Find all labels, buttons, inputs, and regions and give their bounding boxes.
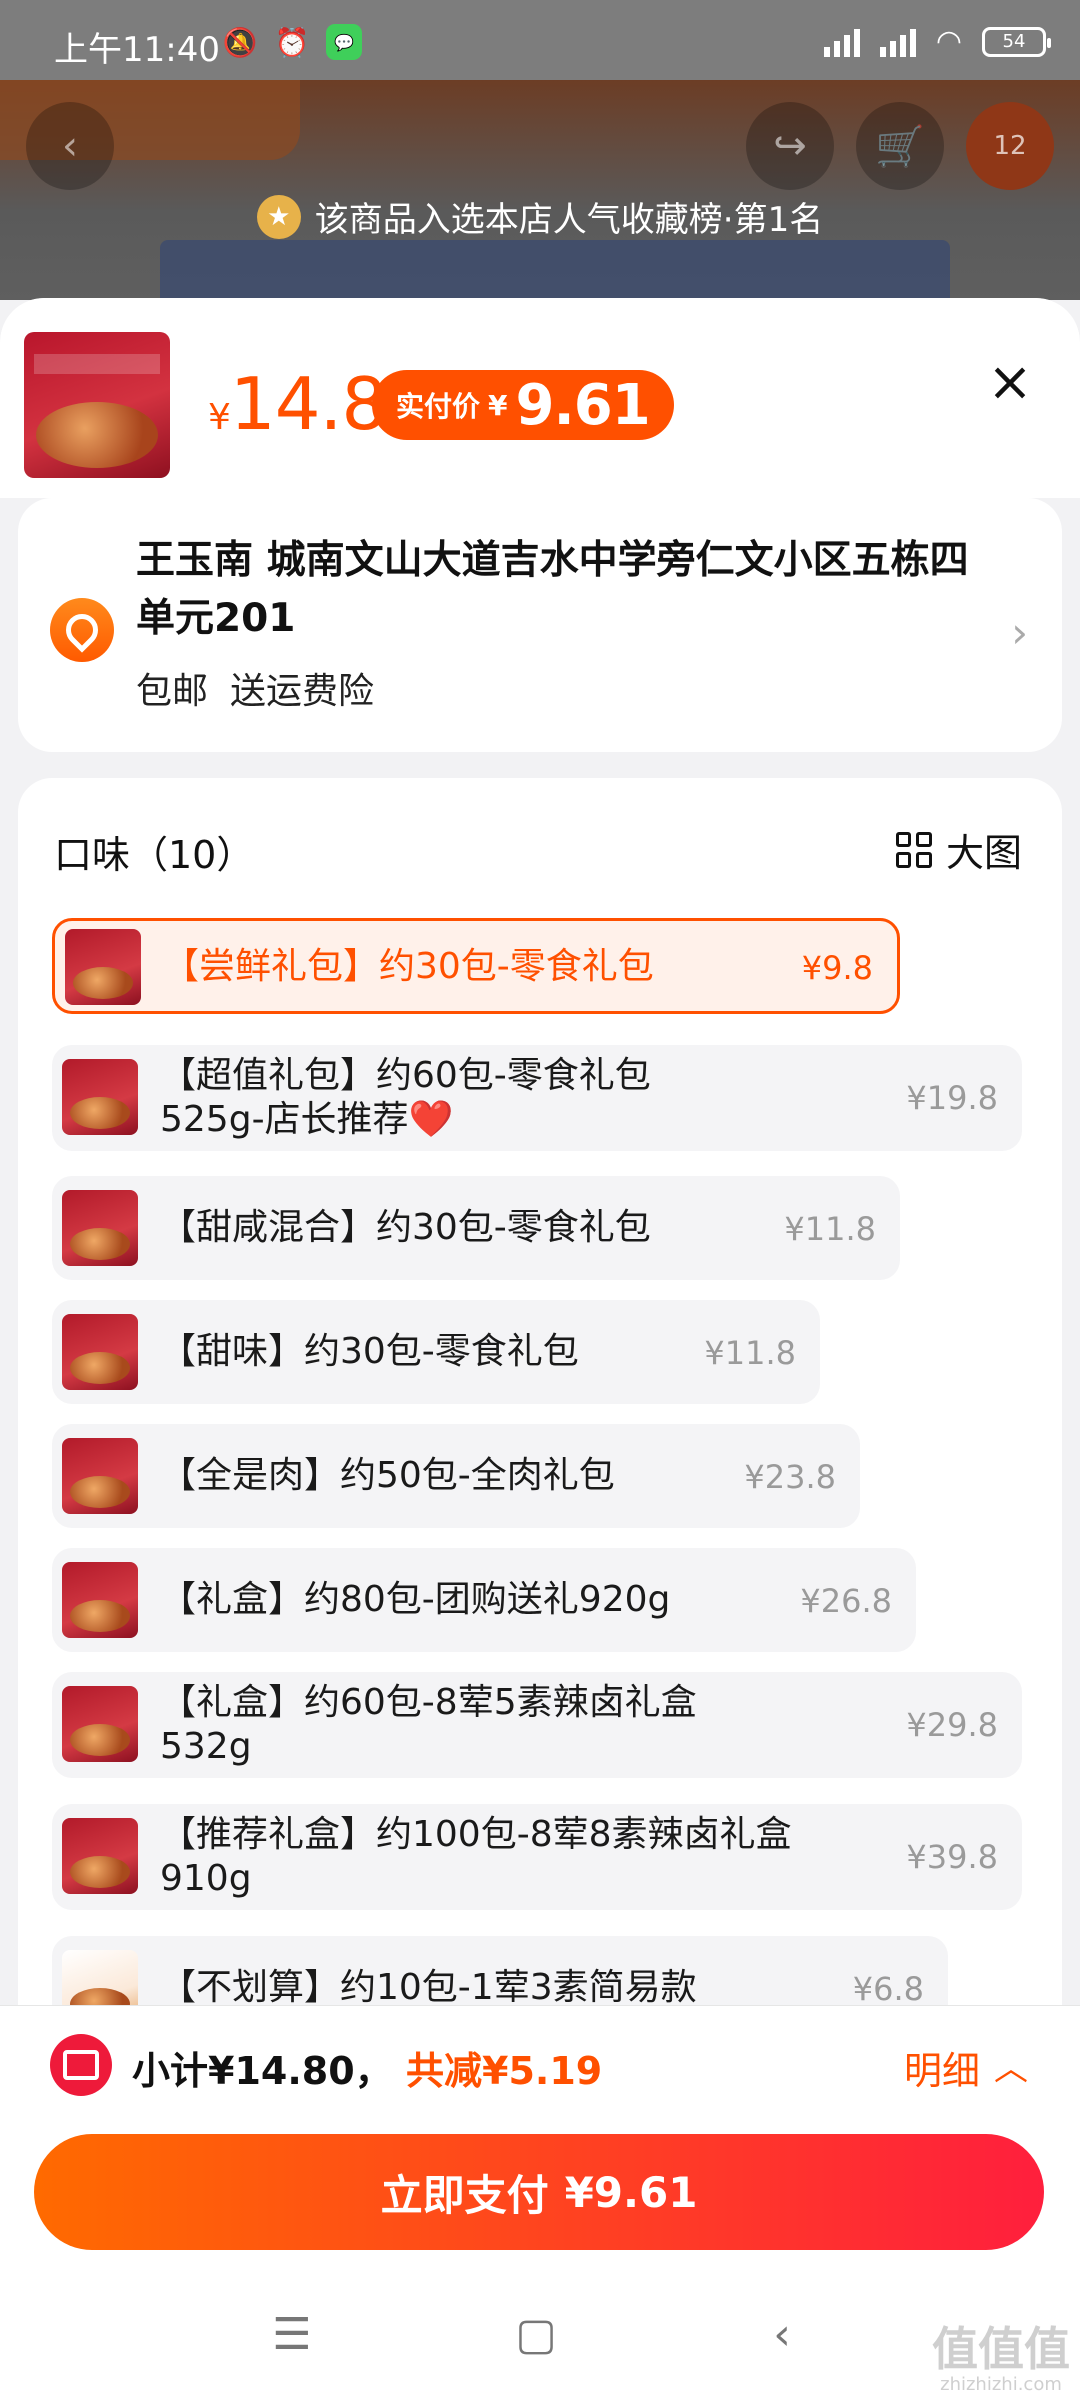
option-label: 【甜咸混合】约30包-零食礼包 <box>160 1207 651 1248</box>
options-title: 口味（10） <box>54 833 255 877</box>
background-banner <box>160 240 950 300</box>
chevron-right-icon: › <box>1011 608 1028 657</box>
option-item[interactable]: 【礼盒】约60包-8荤5素辣卤礼盒532g ¥29.8 <box>52 1672 1022 1778</box>
rank-text: 该商品入选本店人气收藏榜·第1名 <box>314 200 824 240</box>
option-thumbnail <box>62 1059 138 1135</box>
product-price: ¥14.8 <box>208 362 387 446</box>
grid-icon <box>895 831 932 868</box>
home-square-icon[interactable]: ▢ <box>506 2310 566 2360</box>
option-label: 【全是肉】约50包-全肉礼包 <box>160 1455 615 1496</box>
price-detail-toggle[interactable]: 明细 ︿ <box>904 2040 1028 2095</box>
close-icon[interactable]: × <box>980 352 1040 412</box>
option-label: 【推荐礼盒】约100包-8荤8素辣卤礼盒910g <box>160 1814 792 1899</box>
option-thumbnail <box>62 1686 138 1762</box>
paid-price-badge: 实付价 ¥ 9.61 <box>372 370 674 440</box>
share-icon: ↪ <box>746 102 834 190</box>
hd-signal-icon <box>879 27 916 57</box>
option-thumbnail <box>62 1190 138 1266</box>
status-bar: 上午11:40 🔕 ⏰ 💬 ◠ 54 <box>0 0 1080 80</box>
sheet-header: ¥14.8 实付价 ¥ 9.61 × <box>0 298 1080 498</box>
option-item[interactable]: 【礼盒】约80包-团购送礼920g ¥26.8 <box>52 1548 916 1652</box>
rank-notice: ★ 该商品入选本店人气收藏榜·第1名 <box>0 192 1080 241</box>
status-right-icons: ◠ 54 <box>823 24 1051 59</box>
option-price: ¥11.8 <box>784 1210 876 1248</box>
option-thumbnail <box>65 929 141 1005</box>
option-price: ¥9.8 <box>801 949 873 987</box>
option-item[interactable]: 【推荐礼盒】约100包-8荤8素辣卤礼盒910g ¥39.8 <box>52 1804 1022 1910</box>
back-arrow-icon: ‹ <box>26 102 114 190</box>
pay-now-button[interactable]: 立即支付 ¥9.61 <box>34 2134 1044 2250</box>
option-price: ¥23.8 <box>744 1458 836 1496</box>
option-thumbnail <box>62 1438 138 1514</box>
medal-icon: ★ <box>256 194 301 239</box>
option-price: ¥29.8 <box>906 1706 998 1744</box>
option-item[interactable]: 【超值礼包】约60包-零食礼包525g-店长推荐❤️ ¥19.8 <box>52 1045 1022 1151</box>
option-item[interactable]: 【甜咸混合】约30包-零食礼包 ¥11.8 <box>52 1176 900 1280</box>
shipping-tags: 包邮 送运费险 <box>136 662 374 714</box>
mute-bell-icon: 🔕 <box>222 25 258 59</box>
cart-icon: 🛒 <box>856 102 944 190</box>
back-icon[interactable]: ‹ <box>752 2310 812 2360</box>
battery-icon: 54 <box>982 26 1051 57</box>
discount-text: 共减¥5.19 <box>406 2049 603 2093</box>
background-product-page: ‹ ↪ 🛒 12 ★ 该商品入选本店人气收藏榜·第1名 <box>0 80 1080 300</box>
option-label: 【甜味】约30包-零食礼包 <box>160 1331 579 1372</box>
menu-icon[interactable]: ☰ <box>262 2310 322 2360</box>
wifi-icon: ◠ <box>935 24 962 59</box>
location-pin-icon <box>50 598 114 662</box>
option-price: ¥6.8 <box>852 1970 924 2008</box>
option-thumbnail <box>62 1562 138 1638</box>
option-item[interactable]: 【尝鲜礼包】约30包-零食礼包 ¥9.8 <box>52 918 900 1014</box>
option-thumbnail <box>62 1818 138 1894</box>
cart-count-badge: 12 <box>966 102 1054 190</box>
option-label: 【礼盒】约80包-团购送礼920g <box>160 1579 671 1620</box>
status-time: 上午11:40 <box>54 30 220 70</box>
free-shipping-tag: 包邮 <box>136 671 209 712</box>
option-price: ¥39.8 <box>906 1838 998 1876</box>
option-price: ¥19.8 <box>906 1079 998 1117</box>
alarm-icon: ⏰ <box>274 25 310 59</box>
big-image-toggle[interactable]: 大图 <box>895 822 1022 877</box>
option-thumbnail <box>62 1314 138 1390</box>
system-nav-bar: ☰ ▢ ‹ 值值值 zhizhizhi.com <box>0 2270 1080 2400</box>
option-label: 【不划算】约10包-1荤3素简易款 <box>160 1967 697 2008</box>
signal-icon <box>823 27 860 57</box>
checkout-bar: 小计¥14.80， 共减¥5.19 明细 ︿ 立即支付 ¥9.61 <box>0 2005 1080 2270</box>
subtotal-text: 小计¥14.80， <box>132 2049 393 2093</box>
status-notification-icons: 🔕 ⏰ 💬 <box>222 24 362 60</box>
chevron-up-icon: ︿ <box>994 2049 1028 2089</box>
address-card[interactable]: 王玉南 城南文山大道吉水中学旁仁文小区五栋四单元201 包邮 送运费险 › <box>18 498 1062 752</box>
product-thumbnail[interactable] <box>24 332 170 478</box>
address-text: 王玉南 城南文山大道吉水中学旁仁文小区五栋四单元201 <box>136 538 969 641</box>
wechat-icon: 💬 <box>326 24 362 60</box>
option-label: 【超值礼包】约60包-零食礼包525g-店长推荐❤️ <box>160 1055 651 1140</box>
return-shipping-insurance-tag: 送运费险 <box>230 671 375 712</box>
option-price: ¥11.8 <box>704 1334 796 1372</box>
option-item[interactable]: 【全是肉】约50包-全肉礼包 ¥23.8 <box>52 1424 860 1528</box>
site-watermark: 值值值 zhizhizhi.com <box>932 2322 1070 2395</box>
option-item[interactable]: 【甜味】约30包-零食礼包 ¥11.8 <box>52 1300 820 1404</box>
option-label: 【尝鲜礼包】约30包-零食礼包 <box>163 946 654 987</box>
option-price: ¥26.8 <box>800 1582 892 1620</box>
option-label: 【礼盒】约60包-8荤5素辣卤礼盒532g <box>160 1682 697 1767</box>
coupon-icon <box>50 2034 112 2096</box>
